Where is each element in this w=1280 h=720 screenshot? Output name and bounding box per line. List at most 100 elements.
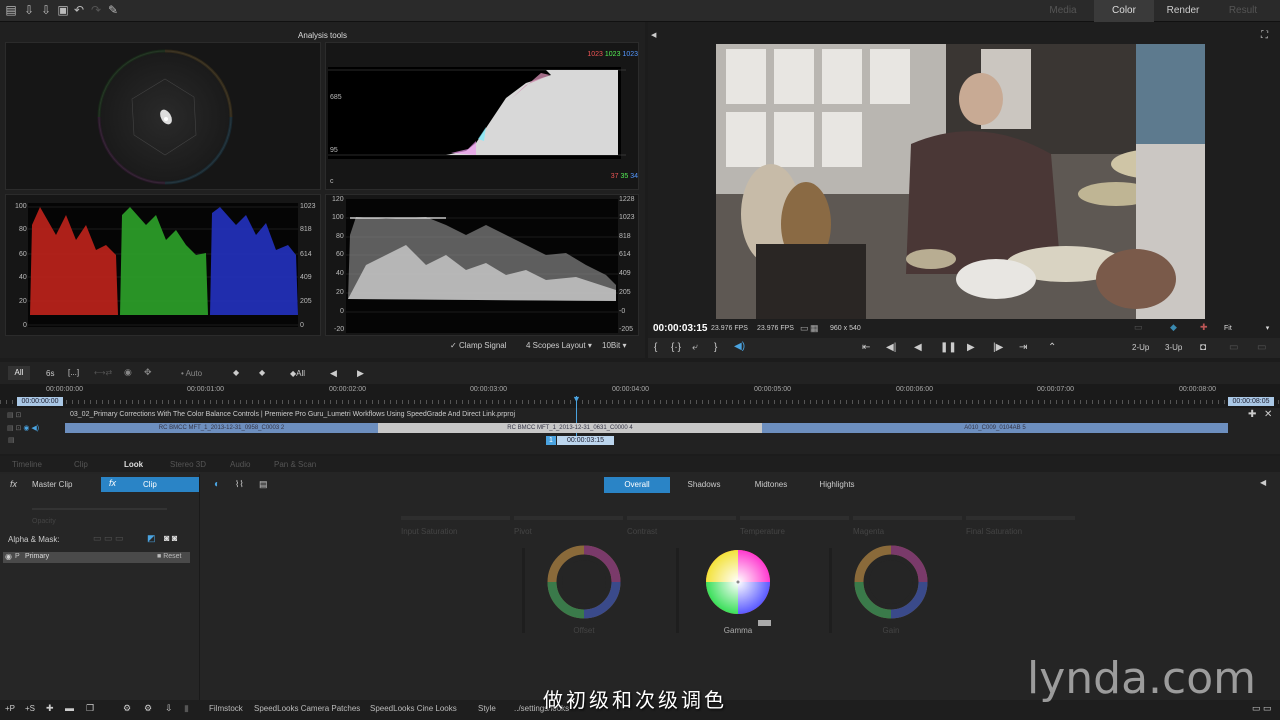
new-file-icon[interactable]: ▤ (4, 3, 18, 17)
track-expand-icon[interactable]: ▤ (8, 436, 15, 444)
playback-mode-icon[interactable]: ⌃ (1048, 342, 1056, 353)
layer-primary[interactable]: ◉ P Primary ■ Reset (3, 552, 190, 563)
clip-tab[interactable]: fx Clip (101, 477, 199, 492)
audio-icon[interactable]: ◀) (734, 341, 745, 352)
previous-frame-icon[interactable]: ◀| (886, 342, 896, 353)
playhead-handle-icon[interactable]: ▼ (572, 394, 581, 404)
play-icon[interactable]: ▶ (967, 342, 975, 353)
tab-timeline[interactable]: Timeline (12, 460, 42, 470)
next-frame-icon[interactable]: |▶ (993, 342, 1003, 353)
mark-clip-icon[interactable]: {·} (671, 342, 681, 353)
two-up-button[interactable]: 2-Up (1132, 343, 1149, 352)
remove-keyframe-icon[interactable]: ◆ (259, 368, 265, 377)
safe-area-icon[interactable]: ▦ (810, 323, 819, 334)
keyframe-group-icon[interactable]: ⟷⇄ (94, 368, 112, 377)
mask-invert-icon[interactable]: ◙ ◙ (164, 533, 177, 543)
close-track-icon[interactable]: ✕ (1264, 409, 1272, 420)
add-keyframe-icon[interactable]: ◆ (233, 368, 239, 377)
folder-icon[interactable]: ▬ (65, 703, 74, 713)
slider-track[interactable] (966, 516, 1075, 520)
loop-icon[interactable]: ⤶ (692, 342, 698, 353)
tab-result[interactable]: Result (1214, 0, 1272, 22)
tab-audio[interactable]: Audio (230, 460, 250, 470)
add-track-icon[interactable]: ✚ (1248, 409, 1256, 420)
compare-split-icon[interactable]: ▭ (1229, 342, 1238, 353)
add-layer-icon[interactable]: ✚ (46, 703, 54, 714)
view-grid-icon[interactable]: ▭ ▭ (1252, 703, 1272, 714)
crosshair-icon[interactable]: ✥ (144, 367, 152, 378)
look-folder-cine-looks[interactable]: SpeedLooks Cine Looks (370, 704, 457, 713)
collapse-left-icon[interactable]: ◀ (651, 31, 656, 39)
save-look-icon[interactable]: ⚙ (123, 703, 131, 714)
auto-key-toggle[interactable]: • Auto (181, 369, 202, 378)
slider-track[interactable] (627, 516, 736, 520)
slider-track[interactable] (401, 516, 510, 520)
mask-select-icon[interactable]: ◩ (147, 533, 156, 544)
layer-reset-button[interactable]: ■ Reset (157, 553, 181, 560)
scopes-layout-select[interactable]: 4 Scopes Layout ▾ (526, 341, 592, 350)
tab-look[interactable]: Look (124, 460, 143, 470)
master-clip-tab[interactable]: Master Clip (32, 480, 72, 489)
gamma-wheel[interactable] (706, 550, 770, 614)
track-visibility-icon[interactable]: ▤ ⊡ ◉ ◀) (7, 424, 39, 432)
tab-media[interactable]: Media (1035, 0, 1091, 22)
snapshot-icon[interactable]: ◘ (1200, 342, 1206, 353)
pause-icon[interactable]: ❚❚ (940, 342, 957, 353)
zoom-6s-button[interactable]: 6s (46, 369, 54, 378)
undo-icon[interactable]: ↶ (72, 3, 86, 17)
next-keyframe-icon[interactable]: ▶ (357, 368, 364, 379)
layer-visibility-icon[interactable]: ◉ (5, 552, 12, 561)
offset-luma-slider[interactable] (522, 548, 525, 633)
duplicate-icon[interactable]: ❐ (86, 703, 94, 714)
opacity-slider[interactable] (32, 508, 167, 510)
slider-track[interactable] (514, 516, 623, 520)
tab-color[interactable]: Color (1094, 0, 1154, 22)
color-wheel-mode-icon[interactable]: ◐ (214, 479, 220, 490)
tab-pan-scan[interactable]: Pan & Scan (274, 460, 316, 470)
track-lock-icon[interactable]: ▤ ⊡ (7, 411, 21, 419)
save-as-icon[interactable]: ▣ (56, 3, 70, 17)
channel-icon[interactable]: ◆ (1170, 322, 1177, 333)
add-secondary-icon[interactable]: +S (25, 704, 35, 713)
collapse-right-icon[interactable]: ◀ (1260, 478, 1266, 487)
tab-render[interactable]: Render (1155, 0, 1211, 22)
look-folder-camera-patches[interactable]: SpeedLooks Camera Patches (254, 704, 360, 713)
mark-in-icon[interactable]: { (654, 342, 657, 353)
gain-luma-slider[interactable] (829, 548, 832, 633)
range-end-timecode[interactable]: 00:00:08:05 (1228, 397, 1274, 406)
export-look-icon[interactable]: ⚙ (144, 703, 152, 714)
segment-overall[interactable]: Overall (604, 477, 670, 493)
prev-keyframe-icon[interactable]: ◀ (330, 368, 337, 379)
mask-gradient-icon[interactable]: ▭ ▭ ▭ (93, 533, 124, 544)
slider-track[interactable] (740, 516, 849, 520)
settings-wrench-icon[interactable]: ✎ (106, 3, 120, 17)
all-keyframes-button[interactable]: ◆All (290, 369, 305, 378)
segment-shadows[interactable]: Shadows (672, 477, 736, 493)
curves-mode-icon[interactable]: ⌇⌇ (235, 479, 244, 490)
gamma-luma-slider[interactable] (676, 548, 679, 633)
fit-range-icon[interactable]: [...] (68, 368, 79, 377)
save-icon[interactable]: ⇩ (39, 3, 53, 17)
range-start-timecode[interactable]: 00:00:00:00 (17, 397, 63, 406)
display-icon[interactable]: ▭ (800, 323, 809, 334)
segment-midtones[interactable]: Midtones (738, 477, 804, 493)
play-reverse-icon[interactable]: ◀ (914, 342, 922, 353)
bit-depth-select[interactable]: 10Bit ▾ (602, 341, 626, 350)
redo-icon[interactable]: ↷ (89, 3, 103, 17)
gamma-reset-button[interactable] (758, 620, 771, 626)
slider-track[interactable] (853, 516, 962, 520)
overlay-icon[interactable]: ▭ (1257, 342, 1266, 353)
mark-out-icon[interactable]: } (714, 342, 717, 353)
import-look-icon[interactable]: ⇩ (165, 703, 173, 714)
go-to-end-icon[interactable]: ⇥ (1019, 342, 1027, 353)
gain-wheel[interactable] (854, 545, 928, 619)
three-up-button[interactable]: 3-Up (1165, 343, 1182, 352)
tab-stereo-3d[interactable]: Stereo 3D (170, 460, 206, 470)
numeric-mode-icon[interactable]: ▤ (259, 479, 268, 490)
offset-wheel[interactable] (547, 545, 621, 619)
compare-icon[interactable]: ▭ (1134, 322, 1143, 333)
mask-icon[interactable]: ✚ (1200, 322, 1208, 333)
filter-all-button[interactable]: All (8, 366, 30, 380)
delete-icon[interactable]: ▮ (184, 703, 189, 714)
open-icon[interactable]: ⇩ (22, 3, 36, 17)
